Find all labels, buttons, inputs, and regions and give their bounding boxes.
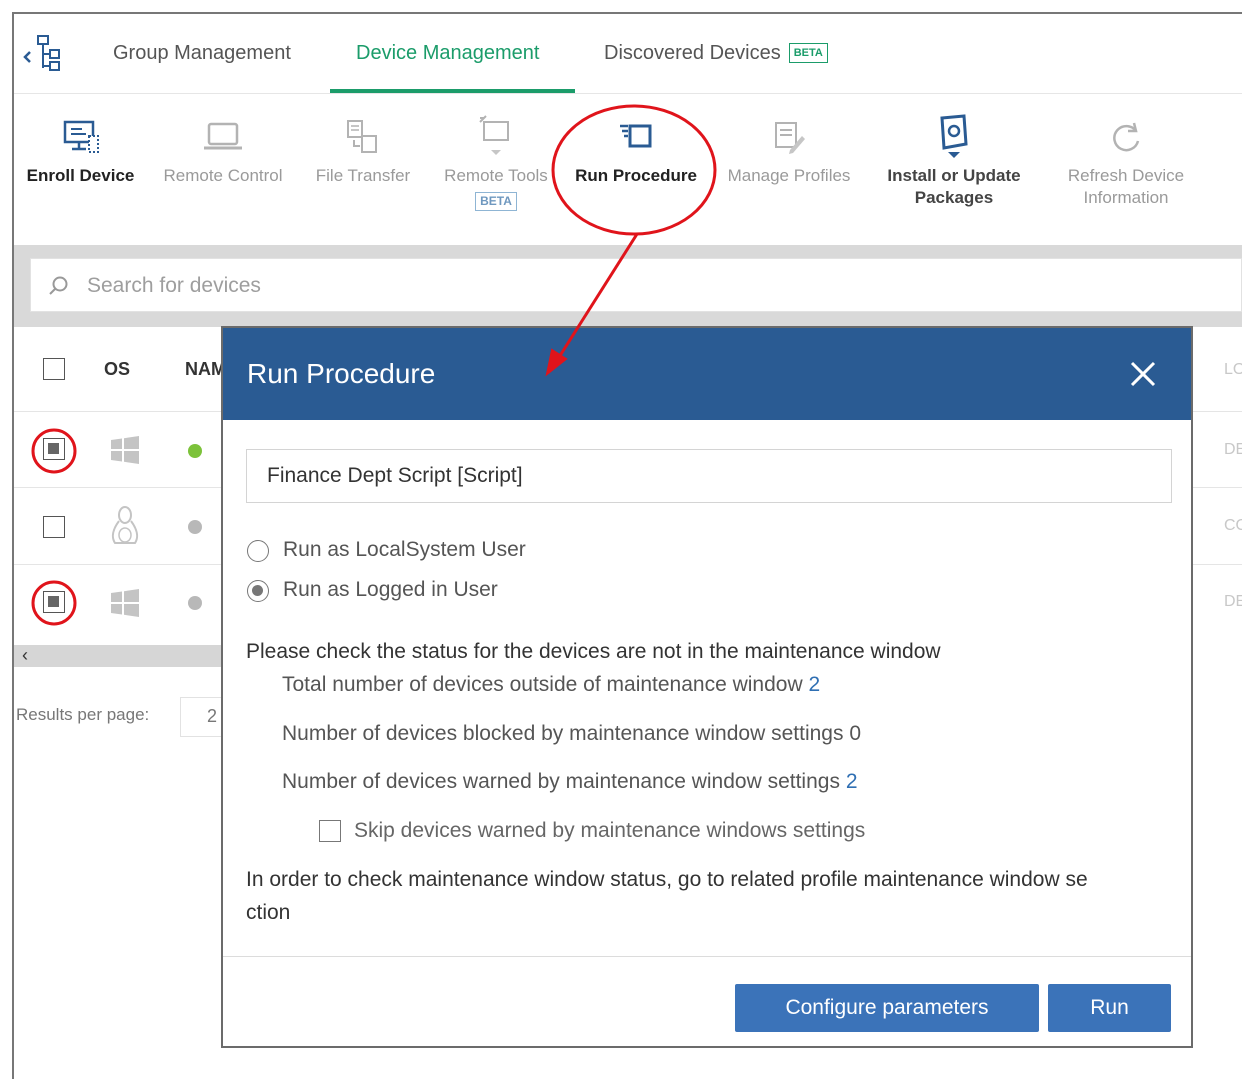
device-toolbar: Enroll Device Remote Control File Transf… xyxy=(14,95,1242,245)
manage-profiles-icon xyxy=(775,122,805,154)
warned-count[interactable]: 2 xyxy=(846,770,858,793)
run-procedure-button[interactable]: Run Procedure xyxy=(570,95,702,187)
remote-control-label: Remote Control xyxy=(163,166,283,185)
file-transfer-icon xyxy=(347,120,377,153)
configure-parameters-button[interactable]: Configure parameters xyxy=(735,984,1039,1032)
procedure-field[interactable]: Finance Dept Script [Script] xyxy=(246,449,1172,503)
file-transfer-button[interactable]: File Transfer xyxy=(303,95,423,187)
dialog-footer-divider xyxy=(223,956,1191,957)
search-input[interactable] xyxy=(87,271,687,301)
run-as-localsystem-label[interactable]: Run as LocalSystem User xyxy=(283,538,526,562)
remote-control-icon xyxy=(204,122,242,150)
select-all-checkbox[interactable] xyxy=(43,358,65,380)
skip-warned-label[interactable]: Skip devices warned by maintenance windo… xyxy=(354,819,865,843)
manage-profiles-label: Manage Profiles xyxy=(727,166,851,185)
remote-tools-button[interactable]: Remote Tools BETA xyxy=(434,95,558,211)
blocked-label: Number of devices blocked by maintenance… xyxy=(282,722,844,745)
row-right-partial: CO xyxy=(1224,517,1242,534)
maintenance-note-line2: ction xyxy=(246,901,291,924)
status-dot xyxy=(188,520,202,534)
warned-label: Number of devices warned by maintenance … xyxy=(282,770,840,793)
run-procedure-dialog: Run Procedure Finance Dept Script [Scrip… xyxy=(221,326,1193,1048)
refresh-device-label-1: Refresh Device xyxy=(1067,166,1185,185)
refresh-device-label-2: Information xyxy=(1083,188,1169,207)
run-button[interactable]: Run xyxy=(1048,984,1171,1032)
results-per-page-label: Results per page: xyxy=(16,705,150,724)
status-dot xyxy=(188,596,202,610)
blocked-count: 0 xyxy=(849,722,861,745)
file-transfer-label: File Transfer xyxy=(315,166,411,185)
skip-warned-checkbox[interactable] xyxy=(319,820,341,842)
device-search-box[interactable] xyxy=(30,258,1242,312)
row-checkbox[interactable] xyxy=(43,438,65,460)
outside-window-count[interactable]: 2 xyxy=(808,673,820,696)
linux-icon xyxy=(111,506,139,544)
row-right-partial: DE xyxy=(1224,441,1242,458)
install-packages-icon xyxy=(940,114,968,158)
blocked-row: Number of devices blocked by maintenance… xyxy=(282,722,861,746)
tab-bar: Group Management Device Management Disco… xyxy=(14,14,1242,94)
horizontal-scrollbar[interactable]: ‹ xyxy=(14,645,224,667)
search-icon xyxy=(49,276,68,295)
dialog-title: Run Procedure xyxy=(247,358,436,389)
dialog-header: Run Procedure xyxy=(223,328,1191,420)
remote-control-button[interactable]: Remote Control xyxy=(157,95,289,187)
close-icon[interactable] xyxy=(1127,358,1159,390)
status-dot xyxy=(188,444,202,458)
maintenance-note-line1: In order to check maintenance window sta… xyxy=(246,868,1088,891)
tab-discovered-label: Discovered Devices xyxy=(604,42,781,64)
enroll-device-icon xyxy=(63,120,99,153)
manage-profiles-button[interactable]: Manage Profiles xyxy=(719,95,859,187)
row-right-partial: DE xyxy=(1224,593,1242,610)
install-update-packages-button[interactable]: Install or Update Packages xyxy=(880,95,1028,209)
maintenance-status-heading: Please check the status for the devices … xyxy=(246,640,941,663)
enroll-device-label: Enroll Device xyxy=(26,166,135,185)
active-tab-indicator xyxy=(330,89,575,93)
remote-tools-label: Remote Tools xyxy=(444,166,548,185)
run-procedure-icon xyxy=(620,124,652,148)
beta-badge: BETA xyxy=(788,43,828,63)
group-tree-icon[interactable] xyxy=(20,30,64,74)
install-packages-label-2: Packages xyxy=(914,188,994,207)
windows-icon xyxy=(111,589,139,617)
run-procedure-label: Run Procedure xyxy=(575,166,697,185)
tab-group-management[interactable]: Group Management xyxy=(113,42,291,65)
enroll-device-button[interactable]: Enroll Device xyxy=(14,95,147,187)
tab-discovered-devices[interactable]: Discovered Devices BETA xyxy=(604,42,828,65)
warned-row: Number of devices warned by maintenance … xyxy=(282,770,858,794)
remote-tools-icon xyxy=(479,115,509,155)
row-checkbox[interactable] xyxy=(43,516,65,538)
windows-icon xyxy=(111,436,139,464)
column-right-partial: LO xyxy=(1224,361,1242,378)
remote-tools-beta-badge: BETA xyxy=(475,192,517,211)
refresh-device-information-button[interactable]: Refresh Device Information xyxy=(1054,95,1198,209)
outside-window-label: Total number of devices outside of maint… xyxy=(282,673,803,696)
run-as-logged-in-label[interactable]: Run as Logged in User xyxy=(283,578,498,602)
column-os: OS xyxy=(104,359,131,379)
install-packages-label-1: Install or Update xyxy=(887,166,1021,185)
row-checkbox[interactable] xyxy=(43,591,65,613)
scroll-left-icon[interactable]: ‹ xyxy=(22,645,28,666)
outside-window-row: Total number of devices outside of maint… xyxy=(282,673,820,697)
run-as-logged-in-radio[interactable] xyxy=(247,580,269,602)
run-as-localsystem-radio[interactable] xyxy=(247,540,269,562)
refresh-icon xyxy=(1113,122,1140,152)
per-page-select[interactable]: 2 xyxy=(180,697,224,737)
tab-device-management[interactable]: Device Management xyxy=(356,42,539,65)
